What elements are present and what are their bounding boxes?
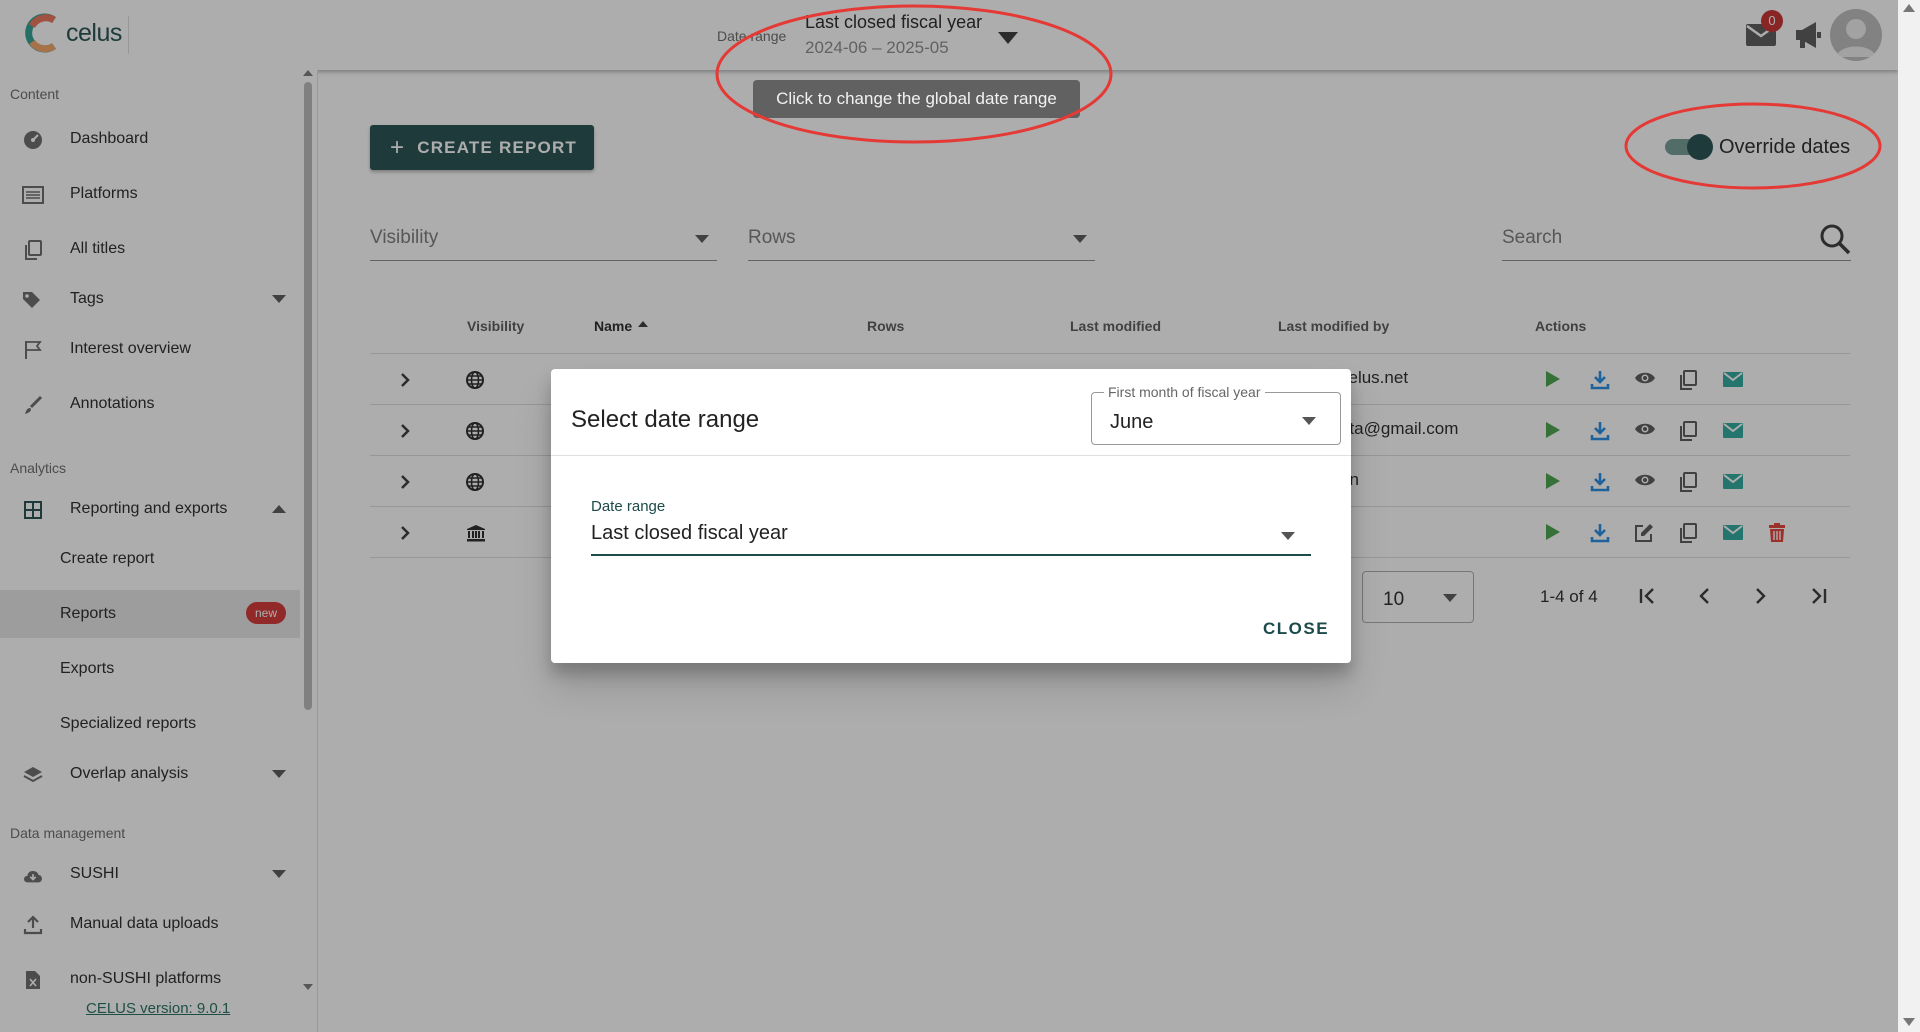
page-scrollbar[interactable] <box>1898 0 1920 1032</box>
close-button[interactable]: CLOSE <box>1263 619 1329 639</box>
fiscal-month-select[interactable]: First month of fiscal year June <box>1091 384 1341 445</box>
annotation-ellipse <box>1624 102 1882 190</box>
select-date-range-dialog: Select date range First month of fiscal … <box>551 369 1351 663</box>
fiscal-month-label: First month of fiscal year <box>1104 384 1265 400</box>
dialog-divider <box>551 455 1351 456</box>
scroll-up-icon[interactable] <box>1903 4 1915 12</box>
chevron-down-icon <box>1302 417 1316 425</box>
annotation-ellipse <box>715 4 1113 144</box>
scroll-down-icon[interactable] <box>1903 1018 1915 1026</box>
date-range-select[interactable]: Last closed fiscal year <box>591 520 1311 556</box>
fiscal-month-value: June <box>1110 411 1154 433</box>
date-range-value: Last closed fiscal year <box>591 522 788 544</box>
chevron-down-icon <box>1281 532 1295 540</box>
date-range-field-label: Date range <box>591 498 666 515</box>
dialog-title: Select date range <box>571 406 760 433</box>
